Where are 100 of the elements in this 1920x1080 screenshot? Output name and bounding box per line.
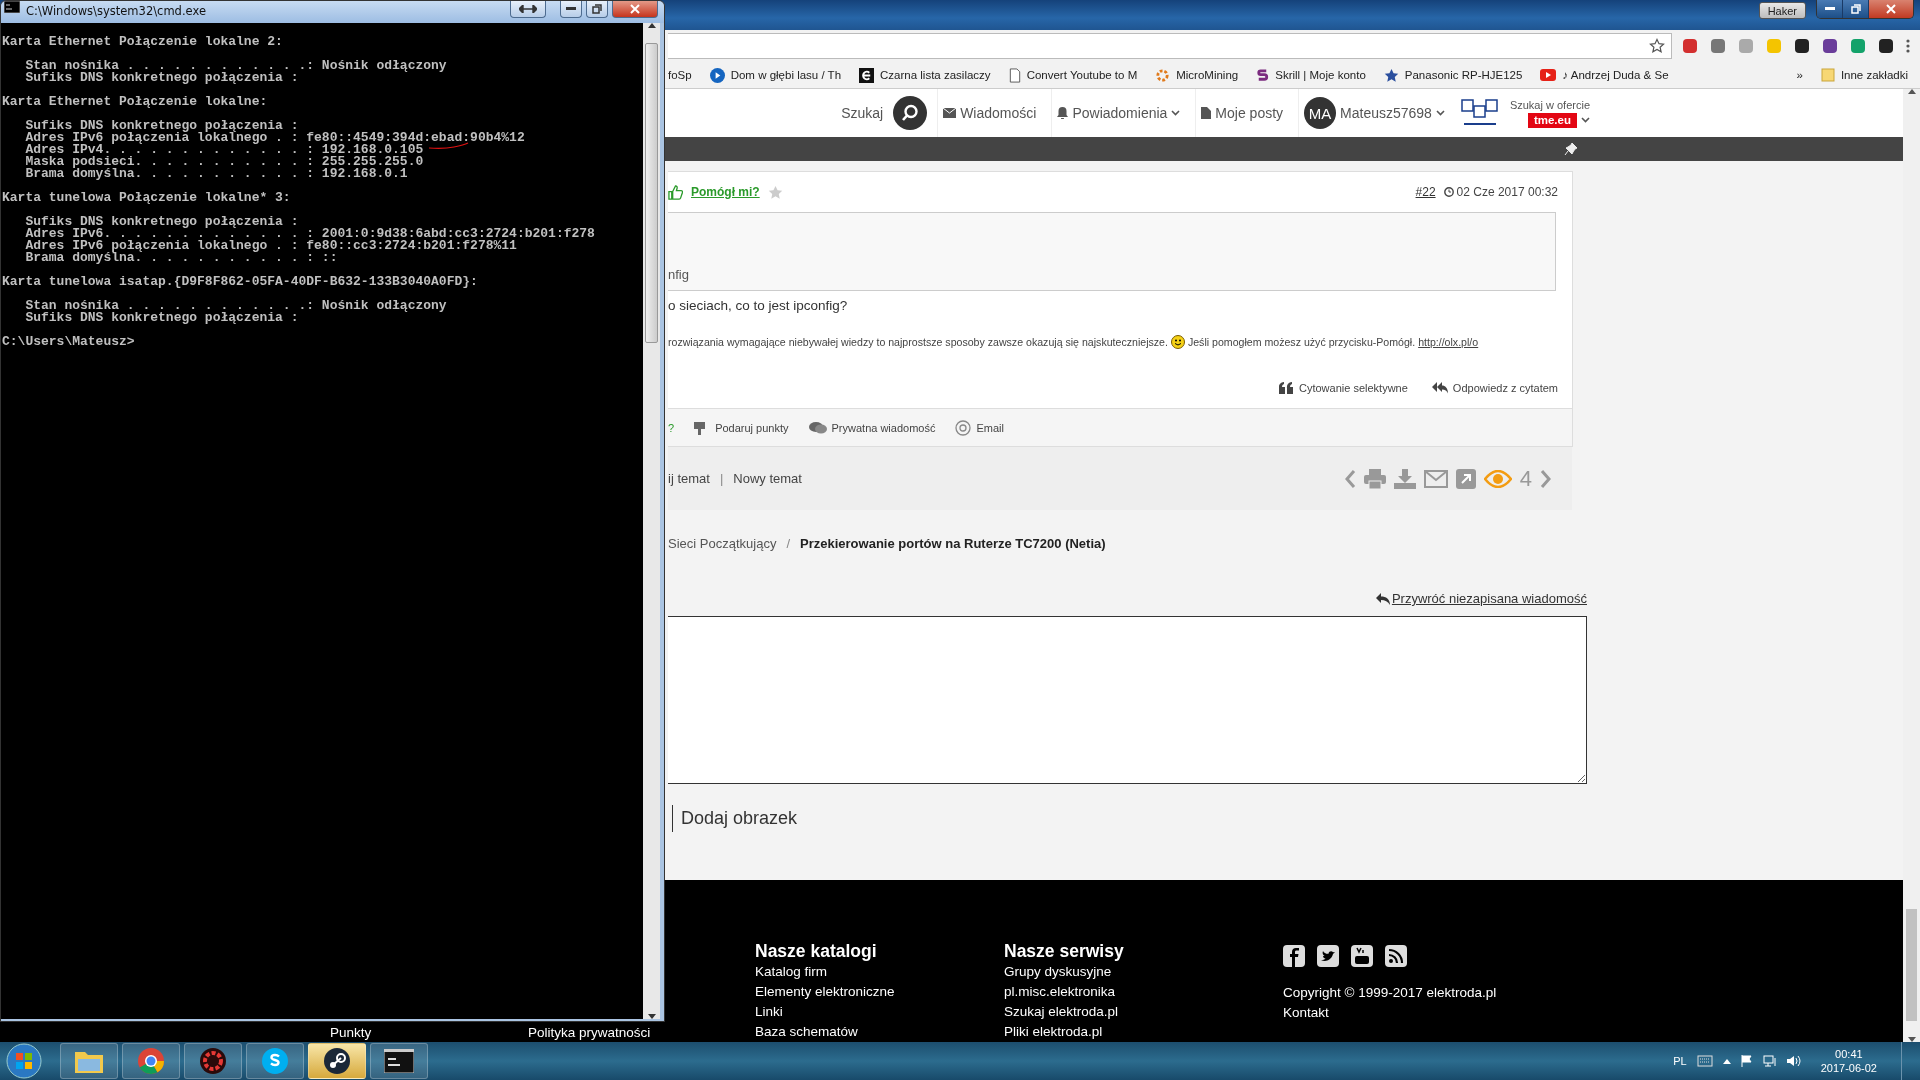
post-action-button[interactable]: Email	[955, 419, 1004, 436]
bookmark[interactable]: ♪ Andrzej Duda & Se	[1540, 69, 1669, 81]
user-avatar: MA	[1304, 97, 1337, 129]
chevron-left-icon	[1343, 468, 1356, 489]
clock[interactable]: 00:41 2017-06-02	[1820, 1047, 1877, 1075]
restore-message-link[interactable]: Przywróć niezapisana wiadomość	[1375, 591, 1587, 606]
console-line: Adres IPv4. . . . . . . . . . . . . : 192.168.0.105	[24, 144, 424, 156]
extension-icon	[1878, 38, 1894, 54]
video-icon	[1351, 945, 1373, 967]
scrollbar[interactable]	[1903, 89, 1920, 1042]
quote-action-button[interactable]: Cytowanie selektywne	[1279, 382, 1408, 394]
extension-icon	[1738, 38, 1754, 54]
scrollbar-thumb[interactable]	[1906, 909, 1917, 1021]
view-count: 4	[1519, 465, 1532, 492]
resize-button[interactable]	[510, 1, 546, 18]
search-icon	[901, 104, 920, 122]
footer-link[interactable]: Grupy dyskusyjne	[1004, 962, 1112, 982]
restore-button[interactable]	[1843, 0, 1869, 18]
maximize-button[interactable]	[586, 1, 608, 18]
breadcrumb-link[interactable]: Sieci Początkujący	[668, 536, 777, 551]
footer-link[interactable]: Pliki elektroda.pl	[1004, 1022, 1103, 1042]
bell-icon	[1057, 107, 1069, 119]
window-title: C:\Windows\system32\cmd.exe	[26, 4, 206, 18]
footer-link[interactable]: Katalog firm	[755, 962, 828, 982]
bookmark[interactable]: foSp	[668, 69, 692, 81]
search-label: Szukaj	[841, 105, 884, 121]
language-indicator[interactable]: PL	[1673, 1055, 1687, 1067]
breadcrumb-current: Przekierowanie portów na Ruterze TC7200 (Netia)	[800, 536, 1106, 551]
console-line: Stan nośnika . . . . . . . . . . . .: Nośnik odłączony	[24, 60, 447, 72]
bookmark[interactable]: Skrill | Moje konto	[1256, 67, 1366, 83]
restore-icon	[592, 4, 602, 14]
bookmark-folder[interactable]: Inne zakładki	[1820, 68, 1908, 82]
console-line: Maska podsieci. . . . . . . . . . . : 255.255.255.0	[24, 156, 424, 168]
shop-search-label: Szukaj w ofercie	[1509, 98, 1590, 111]
facebook-icon	[1283, 945, 1305, 967]
smiley-icon	[1170, 335, 1185, 349]
caret-icon	[1171, 110, 1181, 116]
post-action-button[interactable]: Prywatna wiadomość	[808, 420, 936, 435]
video-play-icon	[1540, 69, 1557, 81]
taskbar-button[interactable]	[370, 1043, 428, 1079]
post-action-button[interactable]: ?	[668, 421, 675, 434]
footer-link[interactable]: Linki	[755, 1002, 783, 1022]
footer-link[interactable]: pl.misc.elektronika	[1004, 982, 1116, 1002]
extension-icon	[1682, 38, 1698, 54]
console-line: Karta tunelowa isatap.{D9F8F862-05FA-40DF-B632-133B3040A0FD}:	[2, 276, 478, 288]
more-bookmarks-button[interactable]: »	[1796, 69, 1803, 81]
scrollbar-thumb[interactable]	[645, 43, 658, 343]
close-button[interactable]	[1869, 0, 1913, 18]
console-icon	[4, 1, 20, 13]
double-arrow-icon	[519, 5, 537, 13]
extension-icon	[1850, 38, 1866, 54]
star-icon	[767, 184, 783, 200]
footer-link[interactable]: Baza schematów	[755, 1022, 858, 1042]
footer-link[interactable]: Polityka prywatności	[528, 1023, 651, 1042]
bookmark[interactable]: Dom w głębi lasu / Th	[709, 67, 842, 83]
minimize-button[interactable]	[1817, 0, 1843, 18]
close-button[interactable]	[612, 1, 658, 18]
star-icon	[1383, 67, 1399, 83]
signature-text: Jeśli pomogłem możesz użyć przycisku-Pomógł. http://olx.pl/o	[1187, 336, 1479, 348]
console-line: Brama domyślna. . . . . . . . . . . : ::	[24, 252, 338, 264]
scroll-down-icon	[647, 1014, 656, 1019]
scrollbar[interactable]	[643, 23, 660, 1019]
shop-selector[interactable]: tme.eu	[1527, 112, 1577, 128]
helped-link[interactable]: Pomógł mi?	[691, 185, 760, 199]
copyright-text: Copyright © 1999-2017 elektroda.pl	[1283, 984, 1497, 1002]
footer-link[interactable]: Kontakt	[1283, 1003, 1329, 1023]
extension-icon	[1794, 38, 1810, 54]
post-number-link[interactable]: #22	[1415, 185, 1436, 199]
terminal-icon	[384, 1049, 414, 1073]
bookmark[interactable]: MicroMining	[1155, 67, 1239, 83]
quote-action-button[interactable]: Odpowiedz z cytatem	[1431, 382, 1558, 394]
flag-icon	[1740, 1055, 1753, 1067]
bookmark[interactable]: Convert Youtube to M	[1008, 67, 1138, 83]
bookmark[interactable]: Czarna lista zasilaczy	[859, 67, 991, 83]
post-action-button[interactable]: Podaruj punkty	[694, 420, 789, 435]
extension-icon	[1766, 38, 1782, 54]
skype-icon	[261, 1047, 289, 1075]
close-icon	[630, 4, 640, 14]
footer-link[interactable]: Szukaj elektroda.pl	[1004, 1002, 1119, 1022]
taskbar-button[interactable]	[308, 1043, 366, 1079]
topic-link[interactable]: Nowy temat	[733, 471, 802, 486]
rss-icon	[1385, 945, 1407, 967]
taskbar-button[interactable]	[246, 1043, 304, 1079]
s-logo-icon	[1256, 67, 1270, 83]
post-text: o sieciach, co to jest ipconfig?	[668, 298, 849, 313]
add-image-heading[interactable]: Dodaj obrazek	[672, 805, 1587, 832]
profile-button[interactable]: Haker	[1758, 2, 1806, 19]
footer-heading: Nasze katalogi	[755, 940, 877, 962]
topic-link[interactable]: ij temat	[668, 471, 710, 486]
share-icon	[1455, 468, 1476, 489]
footer-link[interactable]: Elementy elektroniczne	[755, 982, 895, 1002]
minimize-button[interactable]	[560, 1, 582, 18]
console-line: Karta Ethernet Połączenie lokalne:	[2, 96, 268, 108]
bookmark-star-icon	[1649, 38, 1665, 54]
gear-icon	[199, 1047, 227, 1075]
footer-link[interactable]: Punkty	[330, 1023, 372, 1042]
search-button[interactable]	[893, 96, 928, 130]
caret-icon	[1581, 117, 1590, 123]
bookmark[interactable]: Panasonic RP-HJE125	[1383, 67, 1523, 83]
signature-link[interactable]: http://olx.pl/o	[1418, 336, 1479, 348]
